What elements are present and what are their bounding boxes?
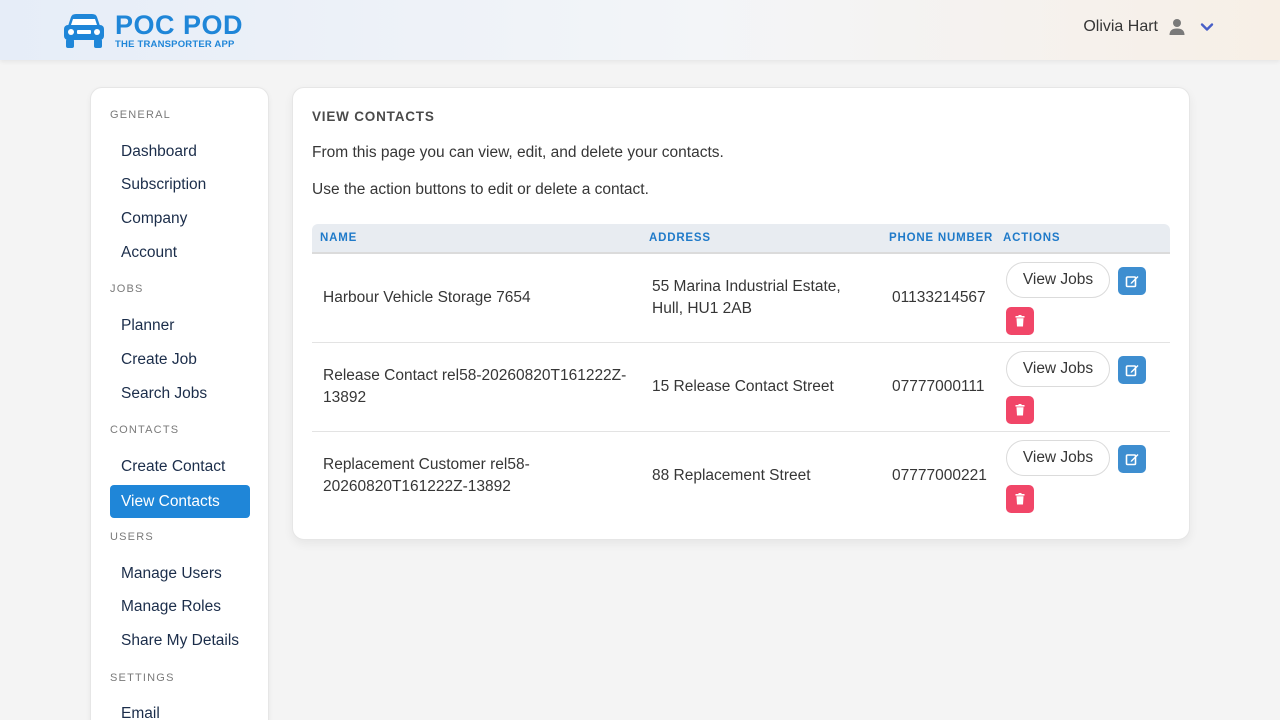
- top-navbar: POC POD THE TRANSPORTER APP Olivia Hart: [0, 0, 1280, 60]
- contact-address: 88 Replacement Street: [652, 467, 811, 484]
- contact-phone: 07777000111: [892, 378, 985, 395]
- user-icon: [1169, 19, 1185, 35]
- edit-contact-button[interactable]: [1118, 356, 1146, 384]
- page-description: From this page you can view, edit, and d…: [312, 144, 724, 161]
- trash-icon: [1015, 493, 1025, 505]
- contact-address: 55 Marina Industrial Estate, Hull, HU1 2…: [652, 276, 841, 320]
- table-row: Release Contact rel58-20260820T161222Z- …: [312, 343, 1170, 432]
- delete-contact-button[interactable]: [1006, 485, 1034, 513]
- trash-icon: [1015, 404, 1025, 416]
- delete-contact-button[interactable]: [1006, 396, 1034, 424]
- brand-name: POC POD: [115, 10, 244, 40]
- user-menu[interactable]: Olivia Hart: [1083, 18, 1214, 36]
- view-jobs-button[interactable]: View Jobs: [1006, 351, 1110, 387]
- sidebar-item-dashboard[interactable]: Dashboard: [110, 135, 250, 168]
- column-header-phone[interactable]: PHONE NUMBER: [889, 232, 993, 244]
- page-title: VIEW CONTACTS: [312, 109, 435, 124]
- table-header: NAME ADDRESS PHONE NUMBER ACTIONS: [312, 224, 1170, 254]
- sidebar-item-company[interactable]: Company: [110, 202, 250, 235]
- column-header-name[interactable]: NAME: [320, 232, 357, 244]
- sidebar-item-account[interactable]: Account: [110, 236, 250, 269]
- contact-name: Replacement Customer rel58- 20260820T161…: [323, 454, 530, 498]
- column-header-address[interactable]: ADDRESS: [649, 232, 711, 244]
- table-row: Harbour Vehicle Storage 7654 55 Marina I…: [312, 254, 1170, 343]
- edit-contact-button[interactable]: [1118, 445, 1146, 473]
- edit-icon: [1125, 454, 1139, 466]
- sidebar-item-create-job[interactable]: Create Job: [110, 343, 250, 376]
- chevron-down-icon[interactable]: [1200, 20, 1214, 34]
- address-line-2: Hull, HU1 2AB: [652, 300, 752, 317]
- contact-name: Harbour Vehicle Storage 7654: [323, 289, 531, 306]
- contacts-table: NAME ADDRESS PHONE NUMBER ACTIONS Harbou…: [312, 224, 1170, 521]
- sidebar-item-email[interactable]: Email: [110, 697, 250, 720]
- delete-contact-button[interactable]: [1006, 307, 1034, 335]
- contact-address: 15 Release Contact Street: [652, 378, 834, 395]
- table-row: Replacement Customer rel58- 20260820T161…: [312, 432, 1170, 521]
- contact-phone: 07777000221: [892, 467, 987, 484]
- brand-logo[interactable]: POC POD THE TRANSPORTER APP: [63, 12, 243, 50]
- name-line-2: 13892: [323, 389, 367, 406]
- name-line-1: Replacement Customer rel58-: [323, 456, 530, 473]
- sidebar-item-subscription[interactable]: Subscription: [110, 168, 250, 201]
- contact-phone: 01133214567: [892, 289, 986, 306]
- menu-label-jobs: JOBS: [110, 283, 144, 295]
- edit-contact-button[interactable]: [1118, 267, 1146, 295]
- menu-label-settings: SETTINGS: [110, 672, 175, 684]
- edit-icon: [1125, 365, 1139, 377]
- page-instructions: Use the action buttons to edit or delete…: [312, 181, 649, 198]
- sidebar-item-create-contact[interactable]: Create Contact: [110, 450, 250, 483]
- menu-label-general: GENERAL: [110, 109, 171, 121]
- view-jobs-button[interactable]: View Jobs: [1006, 440, 1110, 476]
- sidebar-item-manage-users[interactable]: Manage Users: [110, 557, 250, 590]
- sidebar-menu: GENERAL Dashboard Subscription Company A…: [90, 87, 269, 720]
- contact-name: Release Contact rel58-20260820T161222Z- …: [323, 365, 626, 409]
- user-name: Olivia Hart: [1083, 18, 1158, 35]
- view-jobs-button[interactable]: View Jobs: [1006, 262, 1110, 298]
- address-line-1: 55 Marina Industrial Estate,: [652, 278, 841, 295]
- sidebar-item-search-jobs[interactable]: Search Jobs: [110, 377, 250, 410]
- menu-label-users: USERS: [110, 531, 154, 543]
- sidebar-item-view-contacts[interactable]: View Contacts: [110, 485, 250, 518]
- sidebar-item-manage-roles[interactable]: Manage Roles: [110, 590, 250, 623]
- sidebar-item-planner[interactable]: Planner: [110, 309, 250, 342]
- sidebar-item-share-my-details[interactable]: Share My Details: [110, 624, 250, 657]
- name-line-1: Release Contact rel58-20260820T161222Z-: [323, 367, 627, 384]
- edit-icon: [1125, 276, 1139, 288]
- logo-text: POC POD THE TRANSPORTER APP: [115, 12, 243, 50]
- name-line-2: 20260820T161222Z-13892: [323, 478, 511, 495]
- car-icon: [64, 13, 104, 48]
- brand-tagline: THE TRANSPORTER APP: [115, 39, 235, 50]
- menu-label-contacts: CONTACTS: [110, 424, 180, 436]
- trash-icon: [1015, 315, 1025, 327]
- contacts-card: VIEW CONTACTS From this page you can vie…: [292, 87, 1190, 540]
- column-header-actions: ACTIONS: [1003, 232, 1061, 244]
